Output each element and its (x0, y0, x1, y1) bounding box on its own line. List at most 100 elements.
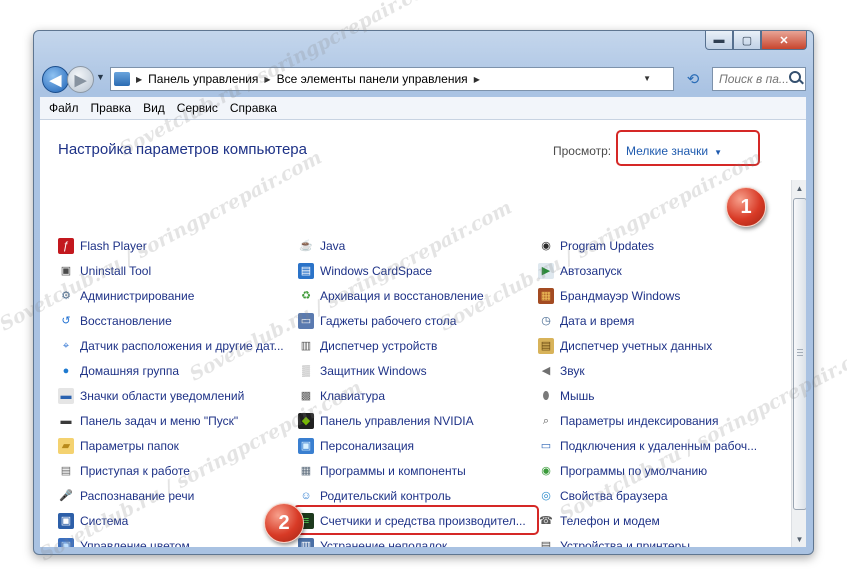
breadcrumb-all-items[interactable]: Все элементы панели управления (277, 72, 468, 86)
control-panel-item[interactable]: ▣ Uninstall Tool (58, 262, 151, 280)
control-panel-item-label: Защитник Windows (320, 364, 427, 378)
control-panel-item[interactable]: ▣ Управление цветом (58, 537, 190, 547)
navigation-bar: ◀ ▶ ▼ ▶ Панель управления ▶ Все элементы… (42, 65, 806, 93)
control-panel-item[interactable]: 🎤 Распознавание речи (58, 487, 194, 505)
vertical-scrollbar[interactable]: ▲ ▼ (791, 180, 806, 547)
grip-icon (797, 349, 803, 356)
control-panel-item[interactable]: ◆ Панель управления NVIDIA (298, 412, 474, 430)
speech-icon: 🎤 (58, 488, 74, 504)
close-button[interactable]: ✕ (761, 31, 807, 50)
notification-icons-icon: ▬ (58, 388, 74, 404)
address-bar[interactable]: ▶ Панель управления ▶ Все элементы панел… (110, 67, 674, 91)
scroll-up-icon[interactable]: ▲ (792, 180, 806, 196)
control-panel-item[interactable]: ▦ Брандмауэр Windows (538, 287, 680, 305)
search-box[interactable] (712, 67, 806, 91)
control-panel-item[interactable]: ◷ Дата и время (538, 312, 634, 330)
control-panel-item-label: Звук (560, 364, 585, 378)
credential-manager-icon: ▤ (538, 338, 554, 354)
control-panel-item-label: Program Updates (560, 239, 655, 253)
default-programs-icon: ◉ (538, 463, 554, 479)
control-panel-item[interactable]: ▬ Значки области уведомлений (58, 387, 244, 405)
address-dropdown-icon[interactable]: ▼ (643, 74, 651, 83)
system-icon: ▣ (58, 513, 74, 529)
control-panel-item[interactable]: ▭ Гаджеты рабочего стола (298, 312, 456, 330)
control-panel-item[interactable]: ▭ Подключения к удаленным рабоч... (538, 437, 757, 455)
control-panel-item-label: Архивация и восстановление (320, 289, 484, 303)
control-panel-item-label: Windows CardSpace (320, 264, 433, 278)
menu-view[interactable]: Вид (143, 101, 165, 115)
menu-tools[interactable]: Сервис (177, 101, 218, 115)
control-panel-item-label: Клавиатура (320, 389, 385, 403)
breadcrumb-separator-icon[interactable]: ▶ (474, 75, 480, 84)
minimize-button[interactable]: ▬ (705, 31, 733, 50)
maximize-button[interactable]: ▢ (733, 31, 761, 50)
control-panel-item-label: Диспетчер учетных данных (560, 339, 713, 353)
control-panel-item[interactable]: ▩ Клавиатура (298, 387, 385, 405)
control-panel-item[interactable]: ▰ Параметры папок (58, 437, 179, 455)
control-panel-item[interactable]: ▥ Диспетчер устройств (298, 337, 437, 355)
control-panel-item[interactable]: ▤ Приступая к работе (58, 462, 190, 480)
control-panel-item[interactable]: ⌕ Параметры индексирования (538, 412, 718, 430)
refresh-icon[interactable]: ⟲ (682, 69, 704, 89)
gadgets-icon: ▭ (298, 313, 314, 329)
control-panel-item[interactable]: ▶ Автозапуск (538, 262, 622, 280)
control-panel-item[interactable]: ↺ Восстановление (58, 312, 172, 330)
control-panel-item-label: Свойства браузера (560, 489, 668, 503)
breadcrumb-control-panel[interactable]: Панель управления (148, 72, 258, 86)
control-panel-item-label: Параметры индексирования (560, 414, 719, 428)
control-panel-item[interactable]: ◉ Программы по умолчанию (538, 462, 707, 480)
breadcrumb-separator-icon[interactable]: ▶ (264, 75, 270, 84)
menu-file[interactable]: Файл (49, 101, 79, 115)
control-panel-item[interactable]: ▣ Персонализация (298, 437, 414, 455)
control-panel-item[interactable]: ♻ Архивация и восстановление (298, 287, 484, 305)
control-panel-item-label: Восстановление (80, 314, 172, 328)
autoplay-icon: ▶ (538, 263, 554, 279)
control-panel-item[interactable]: ☎ Телефон и модем (538, 512, 660, 530)
mouse-icon: ⬮ (538, 388, 554, 404)
control-panel-item[interactable]: ☕ Java (298, 237, 345, 255)
control-panel-item[interactable]: ▤ Устройства и принтеры (538, 537, 690, 547)
control-panel-item-label: Распознавание речи (80, 489, 195, 503)
programs-icon: ▦ (298, 463, 314, 479)
scroll-down-icon[interactable]: ▼ (792, 531, 806, 547)
callout-number-2: 2 (264, 503, 304, 543)
control-panel-item-label: Домашняя группа (80, 364, 180, 378)
control-panel-item[interactable]: ◀ Звук (538, 362, 585, 380)
control-panel-item-label: Программы и компоненты (320, 464, 466, 478)
defender-icon: ▒ (298, 363, 314, 379)
control-panel-item[interactable]: ◉ Program Updates (538, 237, 654, 255)
control-panel-item[interactable]: ▥ Устранение неполадок (298, 537, 447, 547)
remote-desktop-icon: ▭ (538, 438, 554, 454)
menu-bar: Файл Правка Вид Сервис Справка (40, 97, 806, 120)
forward-button[interactable]: ▶ (67, 66, 94, 93)
control-panel-item-label: Брандмауэр Windows (560, 289, 681, 303)
content-pane: Настройка параметров компьютера Просмотр… (40, 120, 806, 547)
control-panel-item[interactable]: ƒ Flash Player (58, 237, 147, 255)
control-panel-item[interactable]: ⚙ Администрирование (58, 287, 194, 305)
view-label: Просмотр: (553, 144, 612, 158)
control-panel-item-label: Панель задач и меню "Пуск" (80, 414, 239, 428)
control-panel-item[interactable]: ⌖ Датчик расположения и другие дат... (58, 337, 284, 355)
back-button[interactable]: ◀ (42, 66, 69, 93)
breadcrumb-separator-icon[interactable]: ▶ (136, 75, 142, 84)
control-panel-item[interactable]: ▒ Защитник Windows (298, 362, 427, 380)
control-panel-item[interactable]: ▦ Программы и компоненты (298, 462, 466, 480)
control-panel-item[interactable]: ● Домашняя группа (58, 362, 179, 380)
search-input[interactable] (717, 71, 791, 87)
control-panel-item[interactable]: ☺ Родительский контроль (298, 487, 451, 505)
control-panel-item[interactable]: ⬮ Мышь (538, 387, 595, 405)
scroll-thumb[interactable] (793, 198, 806, 510)
control-panel-item[interactable]: ▤ Windows CardSpace (298, 262, 432, 280)
search-icon[interactable] (789, 71, 801, 83)
control-panel-item[interactable]: ◎ Свойства браузера (538, 487, 668, 505)
recent-pages-dropdown[interactable]: ▼ (96, 72, 105, 82)
control-panel-item[interactable]: ▣ Система (58, 512, 128, 530)
control-panel-item[interactable]: ▤ Диспетчер учетных данных (538, 337, 712, 355)
menu-edit[interactable]: Правка (91, 101, 132, 115)
browser-properties-icon: ◎ (538, 488, 554, 504)
control-panel-item[interactable]: ▬ Панель задач и меню "Пуск" (58, 412, 238, 430)
control-panel-item-label: Родительский контроль (320, 489, 451, 503)
control-panel-item-label: Параметры папок (80, 439, 179, 453)
control-panel-item-label: Значки области уведомлений (80, 389, 245, 403)
menu-help[interactable]: Справка (230, 101, 277, 115)
